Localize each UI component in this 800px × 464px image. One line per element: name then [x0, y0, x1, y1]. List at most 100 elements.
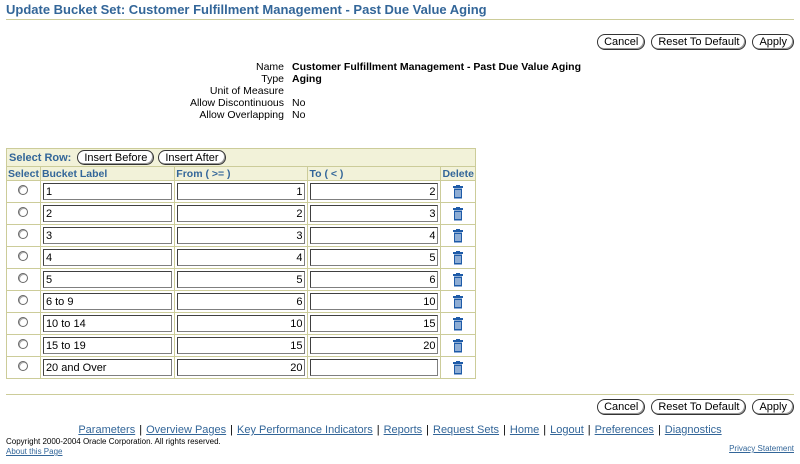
cancel-button[interactable]: Cancel [597, 399, 646, 415]
header-bucket-label: Bucket Label [39, 166, 176, 181]
row-select-radio[interactable] [18, 295, 29, 305]
to-input[interactable] [310, 205, 439, 222]
footer-link-overview-pages[interactable]: Overview Pages [146, 424, 226, 436]
bucket-label-cell [39, 290, 176, 313]
bucket-label-input[interactable] [42, 337, 173, 354]
to-input[interactable] [310, 183, 439, 200]
bucket-label-input[interactable] [42, 183, 173, 200]
footer-separator: | [657, 424, 661, 436]
select-cell [6, 290, 41, 313]
title-divider [6, 19, 794, 20]
trash-icon[interactable] [452, 228, 464, 243]
table-row [6, 334, 476, 357]
from-input[interactable] [177, 249, 306, 266]
insert-before-button[interactable]: Insert Before [77, 150, 155, 165]
from-input[interactable] [177, 337, 306, 354]
reset-to-default-button[interactable]: Reset To Default [651, 399, 747, 415]
to-input[interactable] [310, 249, 439, 266]
bucket-label-input[interactable] [42, 293, 173, 310]
info-value: Aging [292, 73, 322, 85]
delete-cell [440, 246, 476, 269]
apply-button[interactable]: Apply [752, 34, 794, 50]
bucket-label-input[interactable] [42, 205, 173, 222]
to-cell [307, 224, 442, 247]
from-input[interactable] [177, 183, 306, 200]
cancel-button[interactable]: Cancel [597, 34, 646, 50]
delete-cell [440, 290, 476, 313]
bucket-label-input[interactable] [42, 249, 173, 266]
trash-icon[interactable] [452, 206, 464, 221]
from-input[interactable] [177, 293, 306, 310]
bucket-label-input[interactable] [42, 315, 173, 332]
privacy-statement-link[interactable]: Privacy Statement [729, 444, 794, 453]
footer-link-key-performance-indicators[interactable]: Key Performance Indicators [237, 424, 373, 436]
table-row [6, 356, 476, 379]
info-value: Customer Fulfillment Management - Past D… [292, 61, 581, 73]
footer-link-request-sets[interactable]: Request Sets [433, 424, 499, 436]
bucket-label-cell [39, 180, 176, 203]
to-input[interactable] [310, 337, 439, 354]
trash-icon[interactable] [452, 338, 464, 353]
table-row [6, 202, 476, 225]
bucket-table: Select Bucket Label From ( >= ) To ( < )… [6, 166, 476, 379]
to-input[interactable] [310, 227, 439, 244]
to-input[interactable] [310, 359, 439, 376]
row-select-radio[interactable] [18, 317, 29, 327]
footer-links: Parameters | Overview Pages | Key Performanc… [0, 424, 800, 436]
to-cell [307, 312, 442, 335]
row-select-radio[interactable] [18, 185, 29, 195]
footer-link-home[interactable]: Home [510, 424, 539, 436]
bucket-label-input[interactable] [42, 359, 173, 376]
info-row: Type Aging [0, 73, 800, 85]
trash-icon[interactable] [452, 272, 464, 287]
trash-icon[interactable] [452, 250, 464, 265]
info-label: Type [261, 73, 284, 85]
footer-link-preferences[interactable]: Preferences [595, 424, 654, 436]
footer-separator: | [543, 424, 547, 436]
from-input[interactable] [177, 205, 306, 222]
header-to: To ( < ) [307, 166, 442, 181]
apply-button[interactable]: Apply [752, 399, 794, 415]
trash-icon[interactable] [452, 184, 464, 199]
bucket-label-cell [39, 356, 176, 379]
trash-icon[interactable] [452, 316, 464, 331]
footer-separator: | [503, 424, 506, 436]
info-row: Allow Discontinuous No [0, 97, 800, 109]
from-input[interactable] [177, 271, 306, 288]
select-row-bar: Select Row: Insert Before Insert After [6, 148, 476, 166]
trash-icon[interactable] [452, 360, 464, 375]
info-label: Name [255, 61, 284, 73]
delete-cell [440, 312, 476, 335]
to-input[interactable] [310, 293, 439, 310]
row-select-radio[interactable] [18, 361, 29, 371]
footer-separator: | [230, 424, 234, 436]
bucket-label-input[interactable] [42, 271, 173, 288]
reset-to-default-button[interactable]: Reset To Default [651, 34, 747, 50]
from-input[interactable] [177, 359, 306, 376]
row-select-radio[interactable] [18, 229, 29, 239]
row-select-radio[interactable] [18, 207, 29, 217]
trash-icon[interactable] [452, 294, 464, 309]
row-select-radio[interactable] [18, 251, 29, 261]
table-row [6, 290, 476, 313]
insert-after-button[interactable]: Insert After [158, 150, 226, 165]
to-input[interactable] [310, 315, 439, 332]
to-input[interactable] [310, 271, 439, 288]
header-delete: Delete [440, 166, 476, 181]
from-cell [174, 312, 309, 335]
footer-link-logout[interactable]: Logout [550, 424, 584, 436]
delete-cell [440, 268, 476, 291]
row-select-radio[interactable] [18, 339, 29, 349]
select-cell [6, 224, 41, 247]
from-input[interactable] [177, 227, 306, 244]
select-cell [6, 356, 41, 379]
footer-link-reports[interactable]: Reports [384, 424, 423, 436]
footer-link-parameters[interactable]: Parameters [78, 424, 135, 436]
from-cell [174, 356, 309, 379]
to-cell [307, 356, 442, 379]
bucket-label-input[interactable] [42, 227, 173, 244]
footer-link-diagnostics[interactable]: Diagnostics [665, 424, 722, 436]
from-input[interactable] [177, 315, 306, 332]
about-this-page-link[interactable]: About this Page [6, 447, 62, 456]
row-select-radio[interactable] [18, 273, 29, 283]
